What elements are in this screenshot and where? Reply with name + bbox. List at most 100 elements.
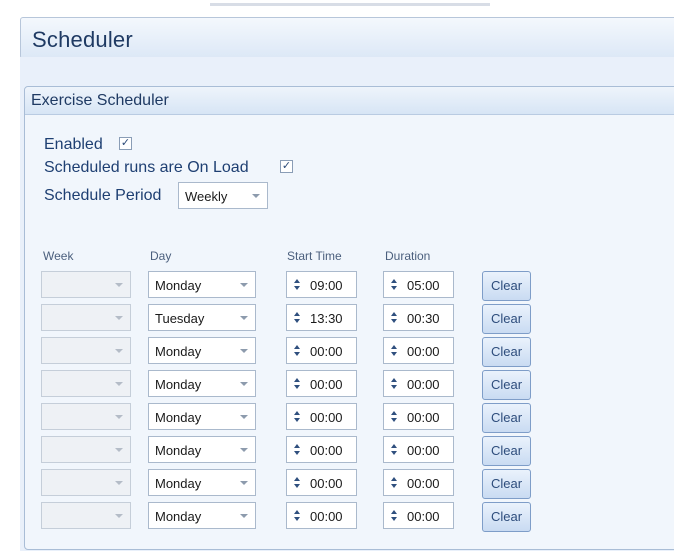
spin-up-icon[interactable] [391, 477, 397, 481]
week-select[interactable] [41, 502, 131, 529]
day-value: Monday [155, 476, 202, 491]
spin-down-icon[interactable] [294, 286, 300, 290]
day-value: Monday [155, 377, 202, 392]
start-time-value: 00:00 [310, 344, 343, 359]
day-select[interactable]: Monday [148, 271, 256, 298]
spin-up-icon[interactable] [294, 510, 300, 514]
day-value: Monday [155, 344, 202, 359]
week-select[interactable] [41, 370, 131, 397]
start-time-spinner[interactable]: 00:00 [286, 370, 357, 397]
spin-up-icon[interactable] [391, 279, 397, 283]
clear-button[interactable]: Clear [482, 370, 531, 400]
start-time-spinner[interactable]: 09:00 [286, 271, 357, 298]
clear-button[interactable]: Clear [482, 337, 531, 367]
duration-spinner[interactable]: 00:30 [383, 304, 454, 331]
spin-up-icon[interactable] [294, 378, 300, 382]
spin-up-icon[interactable] [294, 444, 300, 448]
spin-down-icon[interactable] [391, 385, 397, 389]
enabled-checkbox[interactable]: ✓ [119, 137, 132, 150]
column-header-start: Start Time [287, 249, 342, 263]
chevron-down-icon [115, 349, 123, 353]
spin-down-icon[interactable] [294, 451, 300, 455]
start-time-spinner[interactable]: 00:00 [286, 502, 357, 529]
spin-down-icon[interactable] [391, 286, 397, 290]
duration-spinner[interactable]: 00:00 [383, 370, 454, 397]
spin-up-icon[interactable] [391, 411, 397, 415]
spin-down-icon[interactable] [391, 451, 397, 455]
start-time-value: 00:00 [310, 509, 343, 524]
column-header-day: Day [150, 249, 172, 263]
day-select[interactable]: Monday [148, 502, 256, 529]
duration-spinner[interactable]: 05:00 [383, 271, 454, 298]
spin-up-icon[interactable] [294, 345, 300, 349]
duration-value: 00:00 [407, 410, 440, 425]
day-select[interactable]: Monday [148, 469, 256, 496]
column-header-week: Week [43, 249, 74, 263]
spin-down-icon[interactable] [294, 319, 300, 323]
spin-down-icon[interactable] [391, 352, 397, 356]
start-time-value: 09:00 [310, 278, 343, 293]
spin-up-icon[interactable] [294, 411, 300, 415]
spin-down-icon[interactable] [391, 484, 397, 488]
spin-up-icon[interactable] [294, 279, 300, 283]
duration-value: 00:00 [407, 443, 440, 458]
week-select[interactable] [41, 337, 131, 364]
start-time-spinner[interactable]: 00:00 [286, 436, 357, 463]
chevron-down-icon [115, 481, 123, 485]
week-select[interactable] [41, 436, 131, 463]
duration-spinner[interactable]: 00:00 [383, 502, 454, 529]
clear-button[interactable]: Clear [482, 502, 531, 532]
day-select[interactable]: Monday [148, 337, 256, 364]
spin-down-icon[interactable] [294, 517, 300, 521]
spin-down-icon[interactable] [391, 517, 397, 521]
spin-up-icon[interactable] [391, 378, 397, 382]
checkbox-check-icon: ✓ [120, 137, 131, 149]
spin-up-icon[interactable] [294, 312, 300, 316]
start-time-spinner[interactable]: 00:00 [286, 337, 357, 364]
week-select[interactable] [41, 304, 131, 331]
chevron-down-icon [240, 316, 248, 320]
duration-spinner[interactable]: 00:00 [383, 436, 454, 463]
start-time-spinner[interactable]: 13:30 [286, 304, 357, 331]
spin-up-icon[interactable] [391, 312, 397, 316]
week-select[interactable] [41, 271, 131, 298]
duration-value: 05:00 [407, 278, 440, 293]
spin-down-icon[interactable] [294, 484, 300, 488]
day-value: Tuesday [155, 311, 205, 326]
duration-spinner[interactable]: 00:00 [383, 469, 454, 496]
chevron-down-icon [115, 316, 123, 320]
clear-button[interactable]: Clear [482, 469, 531, 499]
day-value: Monday [155, 410, 202, 425]
on-load-checkbox[interactable]: ✓ [280, 160, 293, 173]
schedule-period-select[interactable]: Weekly [178, 182, 268, 209]
spin-down-icon[interactable] [294, 352, 300, 356]
clear-button[interactable]: Clear [482, 271, 531, 301]
spin-down-icon[interactable] [391, 319, 397, 323]
day-value: Monday [155, 509, 202, 524]
day-select[interactable]: Monday [148, 436, 256, 463]
day-select[interactable]: Tuesday [148, 304, 256, 331]
clear-button[interactable]: Clear [482, 304, 531, 334]
spin-down-icon[interactable] [391, 418, 397, 422]
clear-button[interactable]: Clear [482, 436, 531, 466]
spin-up-icon[interactable] [391, 444, 397, 448]
spin-down-icon[interactable] [294, 385, 300, 389]
duration-spinner[interactable]: 00:00 [383, 337, 454, 364]
clear-button[interactable]: Clear [482, 403, 531, 433]
start-time-spinner[interactable]: 00:00 [286, 403, 357, 430]
week-select[interactable] [41, 469, 131, 496]
day-select[interactable]: Monday [148, 403, 256, 430]
start-time-value: 13:30 [310, 311, 343, 326]
day-select[interactable]: Monday [148, 370, 256, 397]
top-highlight [210, 3, 490, 6]
spin-up-icon[interactable] [294, 477, 300, 481]
chevron-down-icon [115, 283, 123, 287]
spin-up-icon[interactable] [391, 510, 397, 514]
spin-down-icon[interactable] [294, 418, 300, 422]
start-time-value: 00:00 [310, 476, 343, 491]
spin-up-icon[interactable] [391, 345, 397, 349]
duration-spinner[interactable]: 00:00 [383, 403, 454, 430]
week-select[interactable] [41, 403, 131, 430]
start-time-value: 00:00 [310, 443, 343, 458]
start-time-spinner[interactable]: 00:00 [286, 469, 357, 496]
